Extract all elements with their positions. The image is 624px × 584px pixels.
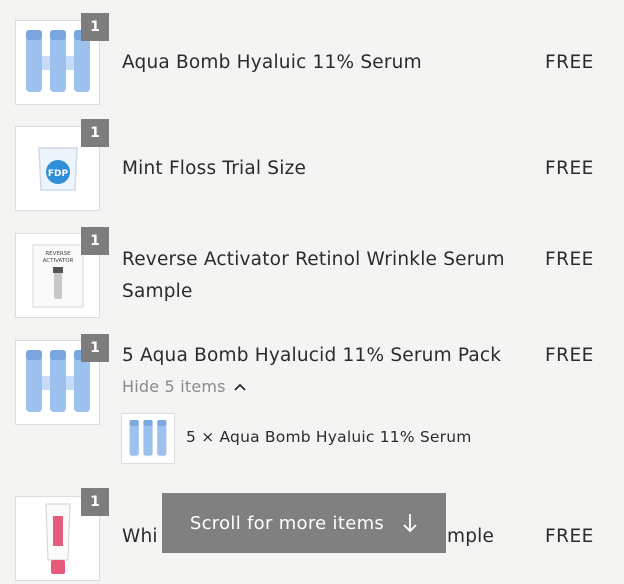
scroll-banner-label: Scroll for more items [189, 512, 385, 534]
sub-item-thumbnail [121, 413, 175, 464]
sample-sachet-icon: REVERSE ACTIVATOR [32, 244, 83, 307]
svg-text:ACTIVATOR: ACTIVATOR [42, 258, 73, 264]
svg-text:REVERSE: REVERSE [45, 251, 71, 257]
sub-item-name: 5 × Aqua Bomb Hyaluic 11% Serum [186, 428, 472, 446]
quantity-badge: 1 [81, 488, 109, 516]
arrow-down-icon [403, 514, 417, 533]
item-name-end: mple [447, 526, 495, 547]
scroll-for-more-button[interactable]: Scroll for more items [162, 493, 446, 553]
item-name[interactable]: Mint Floss Trial Size [122, 153, 522, 185]
item-name[interactable]: Aqua Bomb Hyaluic 11% Serum [122, 47, 522, 79]
quantity-badge: 1 [81, 334, 109, 362]
hide-items-toggle[interactable]: Hide 5 items [122, 377, 246, 396]
item-name[interactable]: Reverse Activator Retinol Wrinkle Serum … [122, 244, 522, 308]
serum-vials-icon [129, 419, 167, 456]
toggle-label: Hide 5 items [122, 377, 226, 396]
item-price: FREE [545, 345, 594, 366]
floss-pouch-icon: FDP [37, 146, 78, 191]
item-price: FREE [545, 526, 594, 547]
item-name[interactable]: 5 Aqua Bomb Hyalucid 11% Serum Pack [122, 340, 522, 372]
item-price: FREE [545, 158, 594, 179]
quantity-badge: 1 [81, 119, 109, 147]
svg-text:FDP: FDP [47, 169, 68, 179]
item-price: FREE [545, 52, 594, 73]
quantity-badge: 1 [81, 227, 109, 255]
toothpaste-tube-icon [44, 503, 71, 574]
item-price: FREE [545, 249, 594, 270]
chevron-up-icon [234, 383, 246, 391]
quantity-badge: 1 [81, 13, 109, 41]
